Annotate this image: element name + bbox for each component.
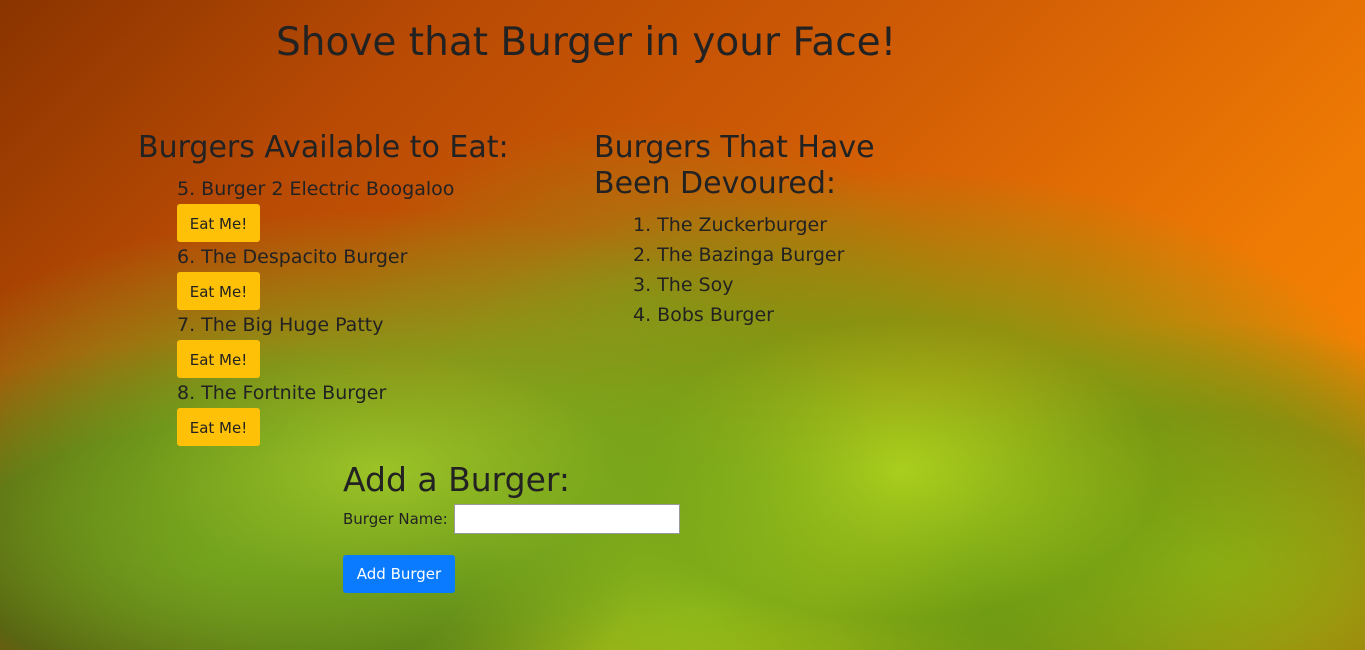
burger-name: 6. The Despacito Burger: [177, 246, 408, 268]
eat-me-button[interactable]: Eat Me!: [177, 204, 260, 242]
available-burgers-section: Burgers Available to Eat: 5. Burger 2 El…: [138, 130, 558, 446]
devoured-burger-item: 2. The Bazinga Burger: [633, 244, 845, 266]
eat-me-button[interactable]: Eat Me!: [177, 408, 260, 446]
devoured-burger-list: 1. The Zuckerburger 2. The Bazinga Burge…: [594, 210, 914, 330]
available-burger-list: 5. Burger 2 Electric Boogaloo Eat Me! 6.…: [138, 174, 558, 446]
devoured-burger-item: 3. The Soy: [633, 274, 734, 296]
available-burger-item: 7. The Big Huge Patty Eat Me!: [177, 310, 558, 378]
add-burger-form: Add a Burger: Burger Name: Add Burger: [343, 460, 703, 593]
available-burger-item: 6. The Despacito Burger Eat Me!: [177, 242, 558, 310]
devoured-burgers-section: Burgers That Have Been Devoured: 1. The …: [594, 130, 914, 330]
devoured-heading-line2: Been Devoured:: [594, 166, 837, 201]
available-burger-item: 8. The Fortnite Burger Eat Me!: [177, 378, 558, 446]
add-burger-button[interactable]: Add Burger: [343, 555, 455, 593]
burger-name: 7. The Big Huge Patty: [177, 314, 384, 336]
burger-name-label: Burger Name:: [343, 510, 448, 528]
devoured-burger-item: 4. Bobs Burger: [633, 304, 774, 326]
eat-me-button[interactable]: Eat Me!: [177, 272, 260, 310]
devoured-heading-line1: Burgers That Have: [594, 130, 875, 165]
available-heading: Burgers Available to Eat:: [138, 130, 509, 165]
add-burger-heading: Add a Burger:: [343, 460, 570, 499]
eat-me-button[interactable]: Eat Me!: [177, 340, 260, 378]
devoured-burger-item: 1. The Zuckerburger: [633, 214, 828, 236]
burger-name: 5. Burger 2 Electric Boogaloo: [177, 178, 455, 200]
burger-name: 8. The Fortnite Burger: [177, 382, 387, 404]
burger-name-row: Burger Name:: [343, 504, 703, 534]
burger-name-input[interactable]: [453, 504, 680, 534]
devoured-heading: Burgers That Have Been Devoured:: [594, 130, 914, 202]
page-title: Shove that Burger in your Face!: [276, 20, 897, 65]
available-burger-item: 5. Burger 2 Electric Boogaloo Eat Me!: [177, 174, 558, 242]
